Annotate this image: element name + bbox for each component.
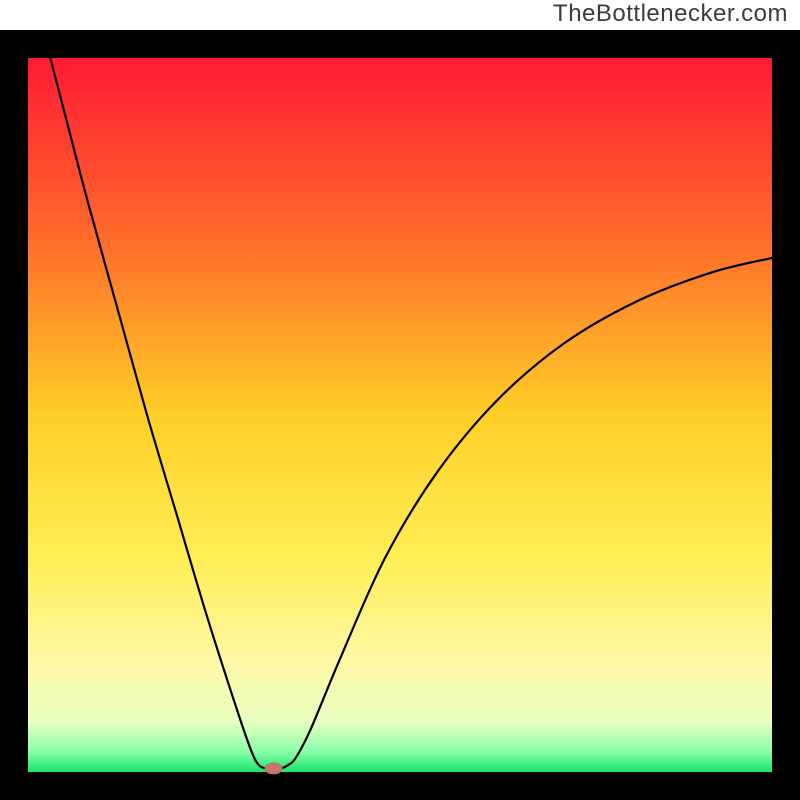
optimal-point-marker	[265, 762, 283, 774]
watermark-text: TheBottlenecker.com	[553, 0, 788, 28]
bottleneck-chart	[0, 0, 800, 800]
plot-background	[28, 58, 772, 772]
chart-container: TheBottlenecker.com	[0, 0, 800, 800]
